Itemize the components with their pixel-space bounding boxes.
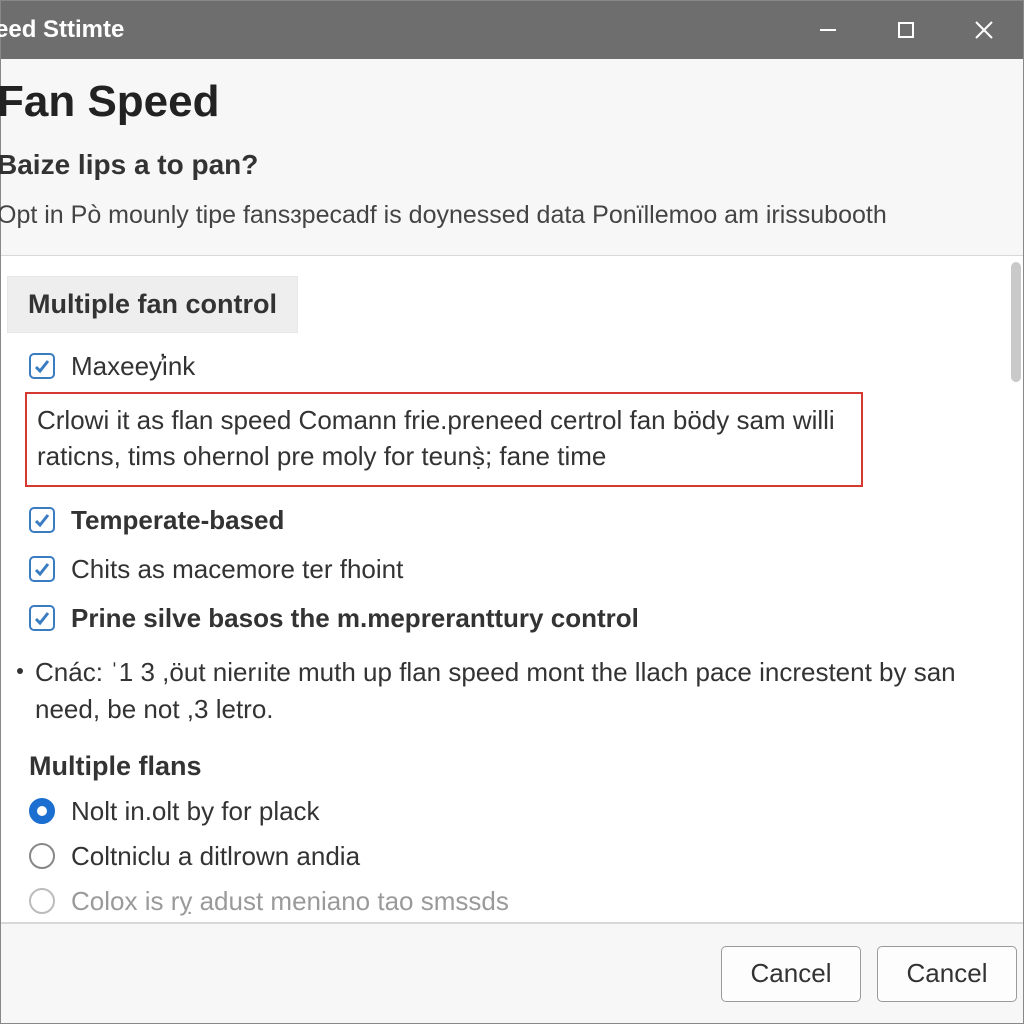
radio-label: Coltniclu a ditlrown andia	[71, 841, 360, 872]
radio-unselected[interactable]	[29, 843, 55, 869]
maximize-button[interactable]	[867, 1, 945, 59]
radio-selected[interactable]	[29, 798, 55, 824]
radio-option-1[interactable]: Nolt in.olt by for plack	[29, 796, 1013, 827]
minimize-button[interactable]	[789, 1, 867, 59]
option-label: Prine silve basos the m.mepreranttury co…	[71, 603, 639, 634]
header-area: Fan Speed Baize lips a to pan? Opt in Pò…	[1, 59, 1023, 256]
radio-label: Colox is rỵ adust meniano tao smssds	[71, 886, 509, 917]
option-maxey[interactable]: Maxeey̕ink	[29, 351, 1013, 382]
check-icon	[33, 560, 51, 578]
option-label: Maxeey̕ink	[71, 351, 195, 382]
close-icon	[973, 19, 995, 41]
checkbox-temperature[interactable]	[29, 507, 55, 533]
highlighted-info-box: Crlowi it as flan speed Comann frie.pren…	[25, 392, 863, 487]
section-heading-fan-control: Multiple fan control	[7, 276, 298, 333]
check-icon	[33, 511, 51, 529]
divider	[1, 922, 1023, 923]
radio-option-3[interactable]: Colox is rỵ adust meniano tao smssds	[29, 886, 1013, 917]
option-temperature-based[interactable]: Temperate-based	[29, 505, 1013, 536]
cancel-button-2[interactable]: Cancel	[877, 946, 1017, 1002]
highlighted-text: Crlowi it as flan speed Comann frie.pren…	[37, 402, 851, 475]
radio-label: Nolt in.olt by for plack	[71, 796, 320, 827]
close-button[interactable]	[945, 1, 1023, 59]
option-label: Temperate-based	[71, 505, 284, 536]
bullet-note: Cnác: ˈ1 3 ,öut nierıite muth up flan sp…	[17, 654, 957, 729]
page-title: Fan Speed	[0, 77, 1013, 127]
checkbox-prine[interactable]	[29, 605, 55, 631]
dialog-footer: Cancel Cancel	[1, 923, 1023, 1023]
content-panel: Multiple fan control Maxeey̕ink Crlowi i…	[1, 256, 1023, 923]
minimize-icon	[818, 20, 838, 40]
scrollbar-thumb[interactable]	[1011, 262, 1021, 382]
page-subtitle: Baize lips a to pan?	[0, 149, 1013, 181]
check-icon	[33, 357, 51, 375]
checkbox-chits[interactable]	[29, 556, 55, 582]
radio-disabled[interactable]	[29, 888, 55, 914]
option-prine[interactable]: Prine silve basos the m.mepreranttury co…	[29, 603, 1013, 634]
checkbox-maxey[interactable]	[29, 353, 55, 379]
maximize-icon	[896, 20, 916, 40]
cancel-button[interactable]: Cancel	[721, 946, 861, 1002]
settings-window: eed Sttimte Fan Speed Baize lips a to pa…	[0, 0, 1024, 1024]
page-description: Opt in Pò mounly tipe fansɜpecadf is doy…	[0, 199, 1013, 233]
window-title: eed Sttimte	[0, 16, 124, 44]
option-label: Chits as macemore ter fhoint	[71, 554, 403, 585]
radio-option-2[interactable]: Coltniclu a ditlrown andia	[29, 841, 1013, 872]
bullet-icon	[17, 668, 23, 674]
bullet-text: Cnác: ˈ1 3 ,öut nierıite muth up flan sp…	[35, 654, 957, 729]
titlebar: eed Sttimte	[1, 1, 1023, 59]
option-chits[interactable]: Chits as macemore ter fhoint	[29, 554, 1013, 585]
check-icon	[33, 609, 51, 627]
section-heading-multiple-fans: Multiple flans	[29, 751, 1013, 782]
